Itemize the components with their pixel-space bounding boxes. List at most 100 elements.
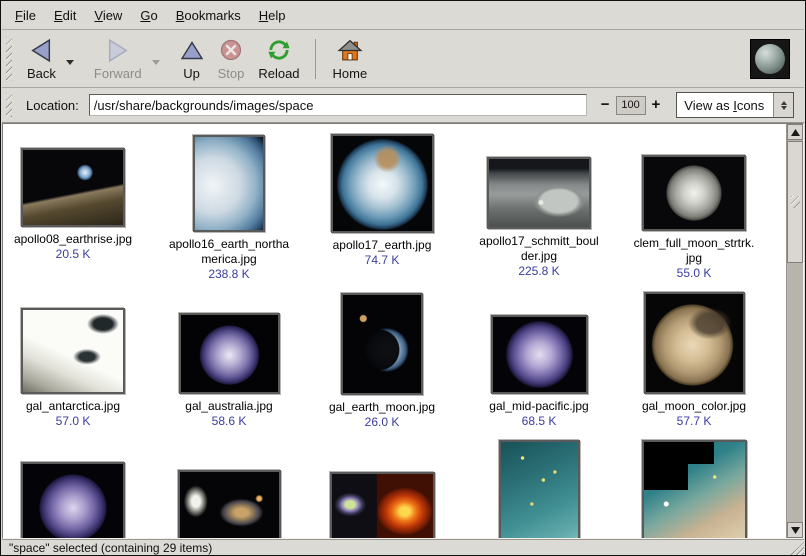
file-name: apollo08_earthrise.jpg (14, 232, 132, 247)
status-text: "space" selected (containing 29 items) (9, 541, 212, 555)
back-icon (28, 37, 54, 64)
file-item[interactable]: apollo17_earth.jpg 74.7 K (307, 134, 457, 268)
file-item[interactable] (619, 440, 769, 538)
icon-view[interactable]: apollo08_earthrise.jpg 20.5 K apollo16_e… (3, 124, 786, 538)
file-name: apollo16_earth_northa merica.jpg (169, 237, 289, 267)
file-item[interactable] (464, 440, 614, 538)
arrow-up-icon (791, 129, 800, 136)
menu-view[interactable]: View (85, 4, 131, 27)
menu-bookmarks[interactable]: Bookmarks (167, 4, 250, 27)
arrow-up-icon (781, 98, 787, 105)
up-button-label: Up (183, 66, 200, 81)
file-item[interactable]: apollo16_earth_northa merica.jpg 238.8 K (154, 135, 304, 282)
file-size: 238.8 K (208, 267, 249, 282)
status-bar: "space" selected (containing 29 items) (2, 539, 804, 556)
file-thumbnail (331, 134, 434, 233)
scroll-down-button[interactable] (787, 522, 803, 538)
menu-edit[interactable]: Edit (45, 4, 85, 27)
dropdown-arrow-button[interactable] (773, 93, 793, 117)
zoom-level-indicator: 100 (616, 96, 646, 115)
file-item[interactable]: gal_australia.jpg 58.6 K (154, 313, 304, 429)
back-history-dropdown[interactable] (63, 57, 77, 72)
toolbar-separator (315, 39, 316, 79)
menu-go-label: o (150, 8, 157, 23)
file-thumbnail (642, 440, 747, 538)
arrow-down-icon (791, 527, 800, 534)
vertical-scrollbar[interactable] (786, 124, 803, 538)
reload-button-label: Reload (258, 66, 299, 81)
forward-button-label: Forward (94, 66, 142, 81)
file-item[interactable]: apollo08_earthrise.jpg 20.5 K (3, 148, 148, 262)
stop-button[interactable]: Stop (211, 35, 252, 83)
menu-help-label: elp (268, 8, 285, 23)
reload-icon (266, 37, 292, 64)
stop-button-label: Stop (218, 66, 245, 81)
home-button[interactable]: Home (326, 35, 375, 83)
file-size: 20.5 K (56, 247, 91, 262)
back-button[interactable]: Back (20, 35, 63, 83)
file-item[interactable] (307, 472, 457, 538)
menu-edit-label: dit (63, 8, 77, 23)
file-item[interactable]: gal_antarctica.jpg 57.0 K (3, 308, 148, 429)
zoom-out-button[interactable]: − (599, 97, 612, 113)
throbber-frame (750, 39, 790, 79)
file-thumbnail (179, 313, 280, 394)
content-frame: apollo08_earthrise.jpg 20.5 K apollo16_e… (2, 123, 804, 539)
menu-file-mnemonic: F (15, 8, 23, 23)
file-item[interactable]: gal_mid-pacific.jpg 68.5 K (464, 315, 614, 429)
file-item[interactable]: gal_moon_color.jpg 57.7 K (619, 292, 769, 429)
file-manager-window: File Edit View Go Bookmarks Help Back Fo… (0, 0, 806, 556)
menu-file[interactable]: File (6, 4, 45, 27)
file-thumbnail (330, 472, 435, 538)
view-mode-dropdown[interactable]: View as Icons (676, 92, 794, 118)
arrow-down-icon (781, 106, 787, 113)
file-item[interactable]: clem_full_moon_strtrk. jpg 55.0 K (619, 155, 769, 281)
file-name: gal_australia.jpg (185, 399, 272, 414)
up-icon (180, 37, 204, 64)
reload-button[interactable]: Reload (251, 35, 306, 83)
file-thumbnail (193, 135, 265, 232)
location-input[interactable] (89, 94, 587, 116)
view-mode-pre: View as (684, 98, 733, 113)
throbber-globe-icon (755, 44, 785, 74)
file-item[interactable]: apollo17_schmitt_boul der.jpg 225.8 K (464, 157, 614, 279)
menu-go[interactable]: Go (131, 4, 166, 27)
menu-file-label: ile (23, 8, 36, 23)
file-item[interactable] (3, 462, 148, 538)
menu-view-mnemonic: V (94, 8, 102, 23)
menu-edit-mnemonic: E (54, 8, 63, 23)
location-bar-drag-handle[interactable] (6, 93, 12, 117)
home-button-label: Home (333, 66, 368, 81)
file-item[interactable] (154, 470, 304, 538)
file-thumbnail (491, 315, 588, 394)
view-mode-rest: cons (737, 98, 764, 113)
window-resize-grip[interactable] (789, 542, 804, 556)
file-thumbnail (642, 155, 746, 231)
scrollbar-grip (791, 196, 800, 208)
location-bar: Location: − 100 + View as Icons (2, 88, 804, 123)
file-name: gal_mid-pacific.jpg (489, 399, 588, 414)
zoom-in-button[interactable]: + (650, 97, 663, 113)
menu-help-mnemonic: H (259, 8, 268, 23)
forward-history-dropdown[interactable] (149, 57, 163, 72)
file-thumbnail (644, 292, 745, 394)
scroll-up-button[interactable] (787, 124, 803, 140)
file-size: 57.0 K (56, 414, 91, 429)
up-button[interactable]: Up (173, 35, 211, 83)
forward-button[interactable]: Forward (87, 35, 149, 83)
file-thumbnail (178, 470, 281, 538)
file-thumbnail (21, 462, 125, 538)
file-thumbnail (499, 440, 580, 538)
toolbar-drag-handle[interactable] (6, 37, 12, 81)
file-name: apollo17_earth.jpg (333, 238, 432, 253)
file-name: gal_moon_color.jpg (642, 399, 746, 414)
file-thumbnail (21, 148, 125, 227)
menu-help[interactable]: Help (250, 4, 295, 27)
chevron-down-icon (66, 60, 74, 69)
file-size: 57.7 K (677, 414, 712, 429)
scrollbar-thumb[interactable] (787, 141, 803, 263)
file-thumbnail (21, 308, 125, 394)
file-item[interactable]: gal_earth_moon.jpg 26.0 K (307, 293, 457, 430)
file-size: 58.6 K (212, 414, 247, 429)
file-size: 68.5 K (522, 414, 557, 429)
